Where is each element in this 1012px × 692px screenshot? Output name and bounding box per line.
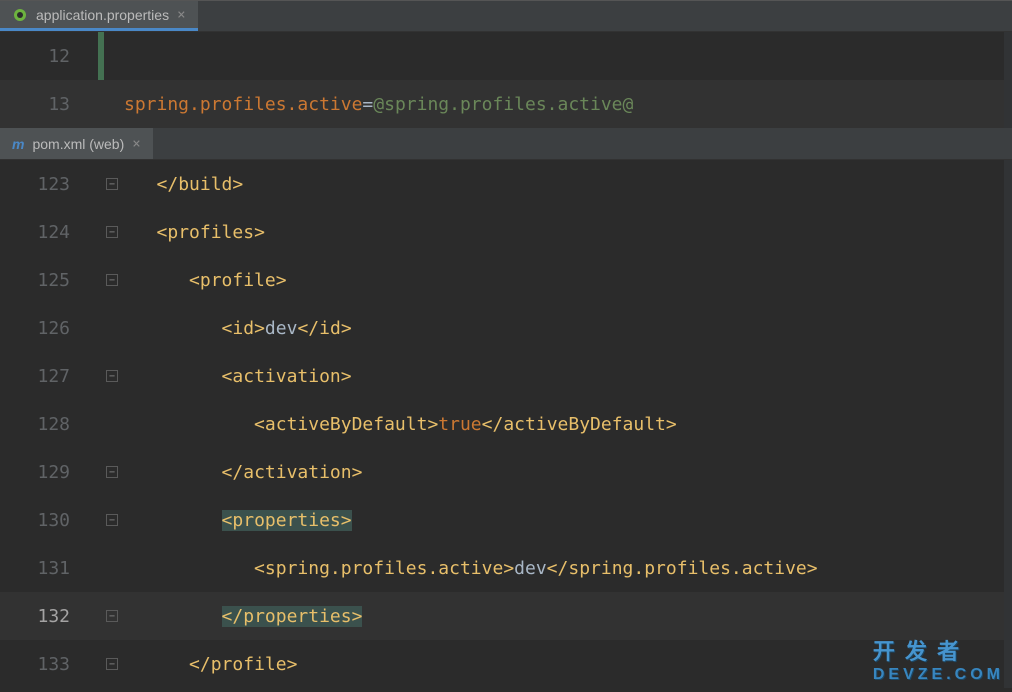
tab-application-properties[interactable]: application.properties × [0, 1, 198, 31]
code-line: </profile> [98, 654, 297, 675]
line-number: 128 [0, 414, 98, 435]
line-number: 129 [0, 462, 98, 483]
tab-label: pom.xml (web) [32, 136, 124, 152]
code-line: <id>dev</id> [98, 318, 352, 339]
code-line: <activation> [98, 366, 352, 387]
tab-bar-top: application.properties × [0, 0, 1012, 32]
tab-bar-bottom: m pom.xml (web) × [0, 128, 1012, 160]
line-number: 127 [0, 366, 98, 387]
code-line: <profiles> [98, 222, 265, 243]
line-number: 13 [0, 94, 98, 115]
code-line: </properties> [98, 606, 362, 627]
change-marker [98, 32, 104, 80]
line-number: 130 [0, 510, 98, 531]
code-line: <properties> [98, 510, 352, 531]
code-line: </build> [98, 174, 243, 195]
tab-pom-xml[interactable]: m pom.xml (web) × [0, 128, 153, 159]
watermark: 开 发 者 DEVZE.COM [873, 634, 1004, 684]
line-number: 126 [0, 318, 98, 339]
line-number: 132 [0, 606, 98, 627]
code-line: </activation> [98, 462, 362, 483]
editor-pom[interactable]: 123− </build>124− <profiles>125− <profil… [0, 160, 1012, 688]
tab-label: application.properties [36, 7, 169, 23]
code-line: <activeByDefault>true</activeByDefault> [98, 414, 677, 435]
line-number: 125 [0, 270, 98, 291]
editor-properties[interactable]: 12 13 spring.profiles.active=@spring.pro… [0, 32, 1012, 128]
code-line: <profile> [98, 270, 287, 291]
code-line: <spring.profiles.active>dev</spring.prof… [98, 558, 818, 579]
line-number: 131 [0, 558, 98, 579]
line-number: 123 [0, 174, 98, 195]
maven-icon: m [12, 136, 24, 152]
close-icon[interactable]: × [177, 7, 185, 23]
code-line: spring.profiles.active=@spring.profiles.… [98, 94, 633, 115]
line-number: 124 [0, 222, 98, 243]
close-icon[interactable]: × [132, 136, 140, 152]
line-number: 133 [0, 654, 98, 675]
line-number: 12 [0, 46, 98, 67]
spring-icon [12, 7, 28, 23]
